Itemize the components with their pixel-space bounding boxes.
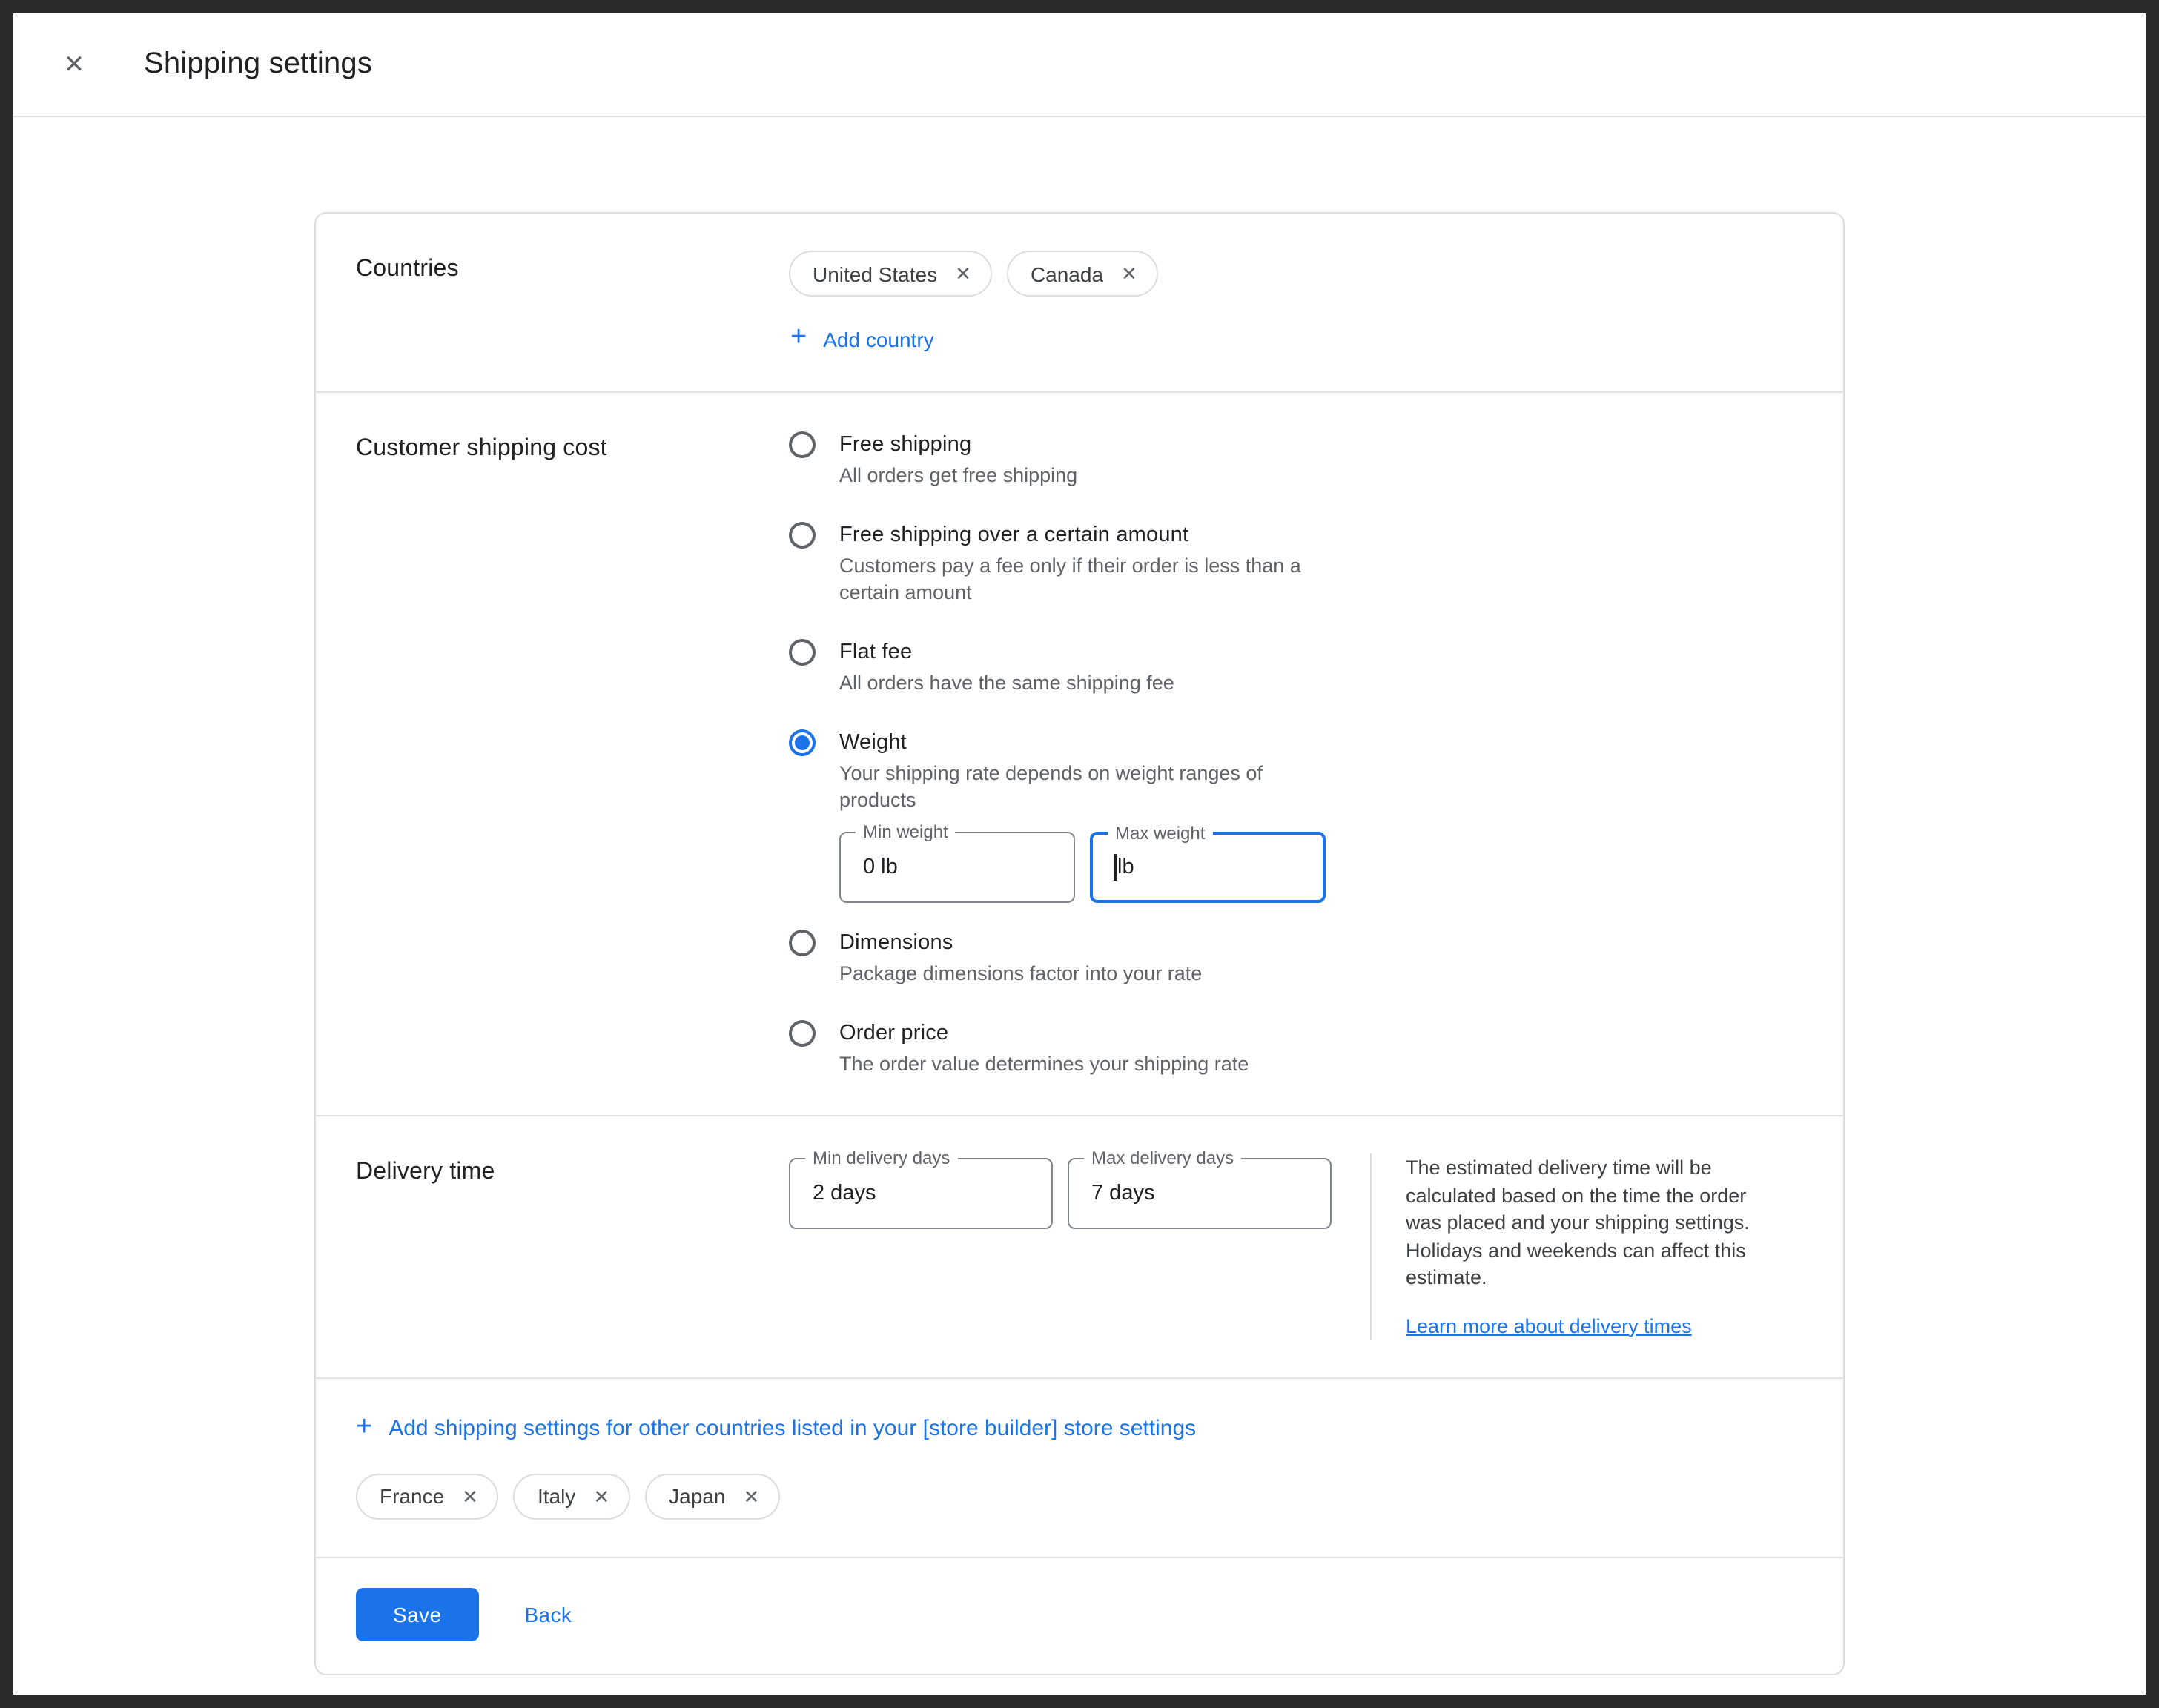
plus-icon: + xyxy=(790,323,807,351)
max-weight-field-label: Max weight xyxy=(1108,823,1212,845)
min-delivery-days-field[interactable]: Min delivery days 2 days xyxy=(789,1158,1053,1229)
radio-option-dimensions[interactable]: Dimensions Package dimensions factor int… xyxy=(789,928,1803,987)
option-title: Flat fee xyxy=(839,638,1174,667)
page-title: Shipping settings xyxy=(144,47,372,82)
option-title: Dimensions xyxy=(839,928,1202,958)
option-text: Dimensions Package dimensions factor int… xyxy=(839,928,1202,987)
option-description: All orders have the same shipping fee xyxy=(839,670,1174,697)
chip-label: Canada xyxy=(1031,262,1103,285)
option-title: Order price xyxy=(839,1019,1249,1048)
option-text: Free shipping All orders get free shippi… xyxy=(839,430,1077,489)
radio-option-free-shipping-over-amount[interactable]: Free shipping over a certain amount Cust… xyxy=(789,520,1803,606)
shipping-cost-label: Customer shipping cost xyxy=(356,430,789,1078)
chip-label: United States xyxy=(813,262,937,285)
other-country-chip-row: France ✕ Italy ✕ Japan ✕ xyxy=(356,1473,1803,1519)
scale-wrapper: ✕ Shipping settings Countries United Sta… xyxy=(0,0,2159,1708)
add-other-countries-label: Add shipping settings for other countrie… xyxy=(389,1415,1196,1440)
radio-option-free-shipping[interactable]: Free shipping All orders get free shippi… xyxy=(789,430,1803,489)
option-text: Flat fee All orders have the same shippi… xyxy=(839,638,1174,697)
countries-label: Countries xyxy=(356,251,789,354)
remove-chip-icon[interactable]: ✕ xyxy=(955,264,971,283)
remove-chip-icon[interactable]: ✕ xyxy=(743,1486,759,1506)
learn-more-link[interactable]: Learn more about delivery times xyxy=(1406,1314,1692,1337)
delivery-help: The estimated delivery time will be calc… xyxy=(1406,1153,1773,1340)
other-countries-section: + Add shipping settings for other countr… xyxy=(316,1378,1843,1556)
delivery-time-section: Delivery time Min delivery days 2 days M… xyxy=(316,1116,1843,1377)
dialog-header: ✕ Shipping settings xyxy=(13,13,2146,117)
max-delivery-days-field[interactable]: Max delivery days 7 days xyxy=(1068,1158,1332,1229)
min-weight-field-value: 0 lb xyxy=(863,855,898,879)
remove-chip-icon[interactable]: ✕ xyxy=(1121,264,1137,283)
remove-chip-icon[interactable]: ✕ xyxy=(462,1486,478,1506)
radio-icon[interactable] xyxy=(789,639,816,666)
country-chip-row: United States ✕ Canada ✕ xyxy=(789,251,1803,297)
country-chip-japan[interactable]: Japan ✕ xyxy=(645,1473,780,1519)
countries-section: Countries United States ✕ Canada ✕ + xyxy=(316,214,1843,391)
add-other-countries-button[interactable]: + Add shipping settings for other countr… xyxy=(356,1414,1196,1442)
country-chip-united-states[interactable]: United States ✕ xyxy=(789,251,992,297)
max-delivery-days-value: 7 days xyxy=(1091,1182,1154,1205)
option-title: Free shipping over a certain amount xyxy=(839,520,1332,550)
option-title: Free shipping xyxy=(839,430,1077,460)
option-description: Your shipping rate depends on weight ran… xyxy=(839,761,1332,814)
countries-content: United States ✕ Canada ✕ + Add country xyxy=(789,251,1803,354)
radio-option-order-price[interactable]: Order price The order value determines y… xyxy=(789,1019,1803,1078)
option-text: Weight Your shipping rate depends on wei… xyxy=(839,728,1332,814)
option-description: Package dimensions factor into your rate xyxy=(839,961,1202,987)
option-description: Customers pay a fee only if their order … xyxy=(839,553,1332,606)
save-button[interactable]: Save xyxy=(356,1587,478,1641)
dialog-footer: Save Back xyxy=(316,1558,1843,1673)
radio-option-weight[interactable]: Weight Your shipping rate depends on wei… xyxy=(789,728,1803,814)
option-description: The order value determines your shipping… xyxy=(839,1051,1249,1078)
settings-card: Countries United States ✕ Canada ✕ + xyxy=(314,212,1845,1675)
max-weight-field-value: lb xyxy=(1117,855,1134,879)
delivery-time-label: Delivery time xyxy=(356,1153,789,1340)
text-caret xyxy=(1114,854,1116,881)
country-chip-italy[interactable]: Italy ✕ xyxy=(514,1473,630,1519)
weight-fields-row: Min weight 0 lb Max weight lb xyxy=(839,832,1803,903)
min-weight-field[interactable]: Min weight 0 lb xyxy=(839,832,1075,903)
option-text: Free shipping over a certain amount Cust… xyxy=(839,520,1332,606)
close-icon[interactable]: ✕ xyxy=(55,45,93,84)
shipping-settings-dialog: ✕ Shipping settings Countries United Sta… xyxy=(0,0,2159,1708)
shipping-cost-content: Free shipping All orders get free shippi… xyxy=(789,430,1803,1078)
add-country-button[interactable]: + Add country xyxy=(790,325,934,353)
country-chip-canada[interactable]: Canada ✕ xyxy=(1007,251,1158,297)
delivery-fields-row: Min delivery days 2 days Max delivery da… xyxy=(789,1158,1332,1229)
chip-label: France xyxy=(380,1484,444,1508)
max-weight-field[interactable]: Max weight lb xyxy=(1090,832,1326,903)
radio-icon[interactable] xyxy=(789,522,816,549)
min-delivery-days-label: Min delivery days xyxy=(805,1148,957,1170)
country-chip-france[interactable]: France ✕ xyxy=(356,1473,499,1519)
radio-option-flat-fee[interactable]: Flat fee All orders have the same shippi… xyxy=(789,638,1803,697)
max-delivery-days-label: Max delivery days xyxy=(1084,1148,1241,1170)
option-description: All orders get free shipping xyxy=(839,463,1077,489)
dialog-body: Countries United States ✕ Canada ✕ + xyxy=(13,212,2146,1675)
remove-chip-icon[interactable]: ✕ xyxy=(593,1486,609,1506)
plus-icon: + xyxy=(356,1412,372,1440)
chip-label: Japan xyxy=(669,1484,725,1508)
radio-icon-selected[interactable] xyxy=(789,729,816,756)
shipping-cost-section: Customer shipping cost Free shipping All… xyxy=(316,393,1843,1115)
radio-icon[interactable] xyxy=(789,431,816,458)
option-title: Weight xyxy=(839,728,1332,758)
option-text: Order price The order value determines y… xyxy=(839,1019,1249,1078)
radio-icon[interactable] xyxy=(789,1020,816,1047)
min-delivery-days-value: 2 days xyxy=(813,1182,876,1205)
back-button[interactable]: Back xyxy=(524,1602,572,1626)
delivery-time-content: Min delivery days 2 days Max delivery da… xyxy=(789,1153,1803,1340)
chip-label: Italy xyxy=(538,1484,575,1508)
vertical-divider xyxy=(1370,1153,1372,1340)
radio-icon[interactable] xyxy=(789,930,816,956)
delivery-help-text: The estimated delivery time will be calc… xyxy=(1406,1155,1773,1292)
min-weight-field-label: Min weight xyxy=(856,821,956,844)
add-country-label: Add country xyxy=(823,327,933,351)
